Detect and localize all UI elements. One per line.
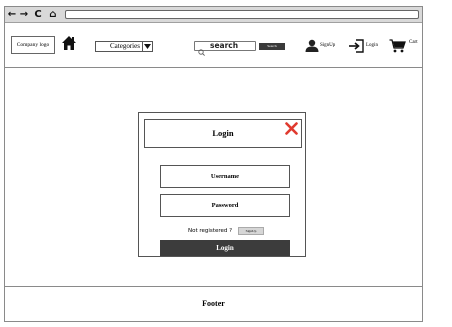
home-icon[interactable] bbox=[61, 35, 77, 51]
not-registered-text: Not registered ? bbox=[188, 228, 233, 234]
signup-link[interactable]: SignUp bbox=[305, 36, 345, 56]
cart-icon bbox=[389, 39, 406, 53]
footer-label: Footer bbox=[202, 299, 225, 308]
password-field[interactable]: Password bbox=[160, 194, 290, 217]
search-placeholder: search bbox=[210, 41, 239, 50]
search-input[interactable]: search bbox=[194, 41, 256, 56]
login-link[interactable]: Login bbox=[348, 36, 382, 56]
categories-dropdown[interactable]: Categories bbox=[95, 41, 153, 52]
cart-link[interactable]: Cart bbox=[389, 36, 423, 56]
login-nav-label: Login bbox=[366, 43, 378, 48]
close-icon[interactable] bbox=[285, 122, 298, 135]
search-icon bbox=[198, 43, 205, 56]
login-card: Login Username Password Not registered ?… bbox=[138, 112, 306, 257]
back-arrow-icon[interactable]: ← bbox=[7, 9, 17, 20]
user-icon bbox=[305, 39, 319, 52]
forward-arrow-icon[interactable]: → bbox=[19, 9, 29, 20]
reload-icon[interactable]: C bbox=[33, 9, 43, 20]
home-nav-icon[interactable]: ⌂ bbox=[48, 9, 58, 20]
login-card-header: Login bbox=[144, 119, 302, 148]
browser-toolbar: ← → C ⌂ bbox=[5, 7, 422, 23]
address-bar[interactable] bbox=[65, 10, 419, 19]
cart-label: Cart bbox=[409, 40, 418, 45]
login-icon bbox=[349, 39, 364, 53]
site-footer: Footer bbox=[5, 286, 422, 321]
search-button[interactable]: Search bbox=[259, 43, 285, 50]
company-logo[interactable]: Company logo bbox=[11, 36, 55, 54]
chevron-down-icon bbox=[142, 42, 152, 51]
login-button[interactable]: Login bbox=[160, 240, 290, 256]
login-title: Login bbox=[212, 128, 234, 138]
card-signup-button[interactable]: SignUp bbox=[238, 227, 264, 235]
browser-window: ← → C ⌂ Company logo Categories search S… bbox=[4, 6, 423, 322]
username-field[interactable]: Username bbox=[160, 165, 290, 188]
signup-label: SignUp bbox=[320, 43, 336, 48]
categories-label: Categories bbox=[110, 42, 140, 50]
site-header: Company logo Categories search Search Si… bbox=[5, 23, 422, 68]
